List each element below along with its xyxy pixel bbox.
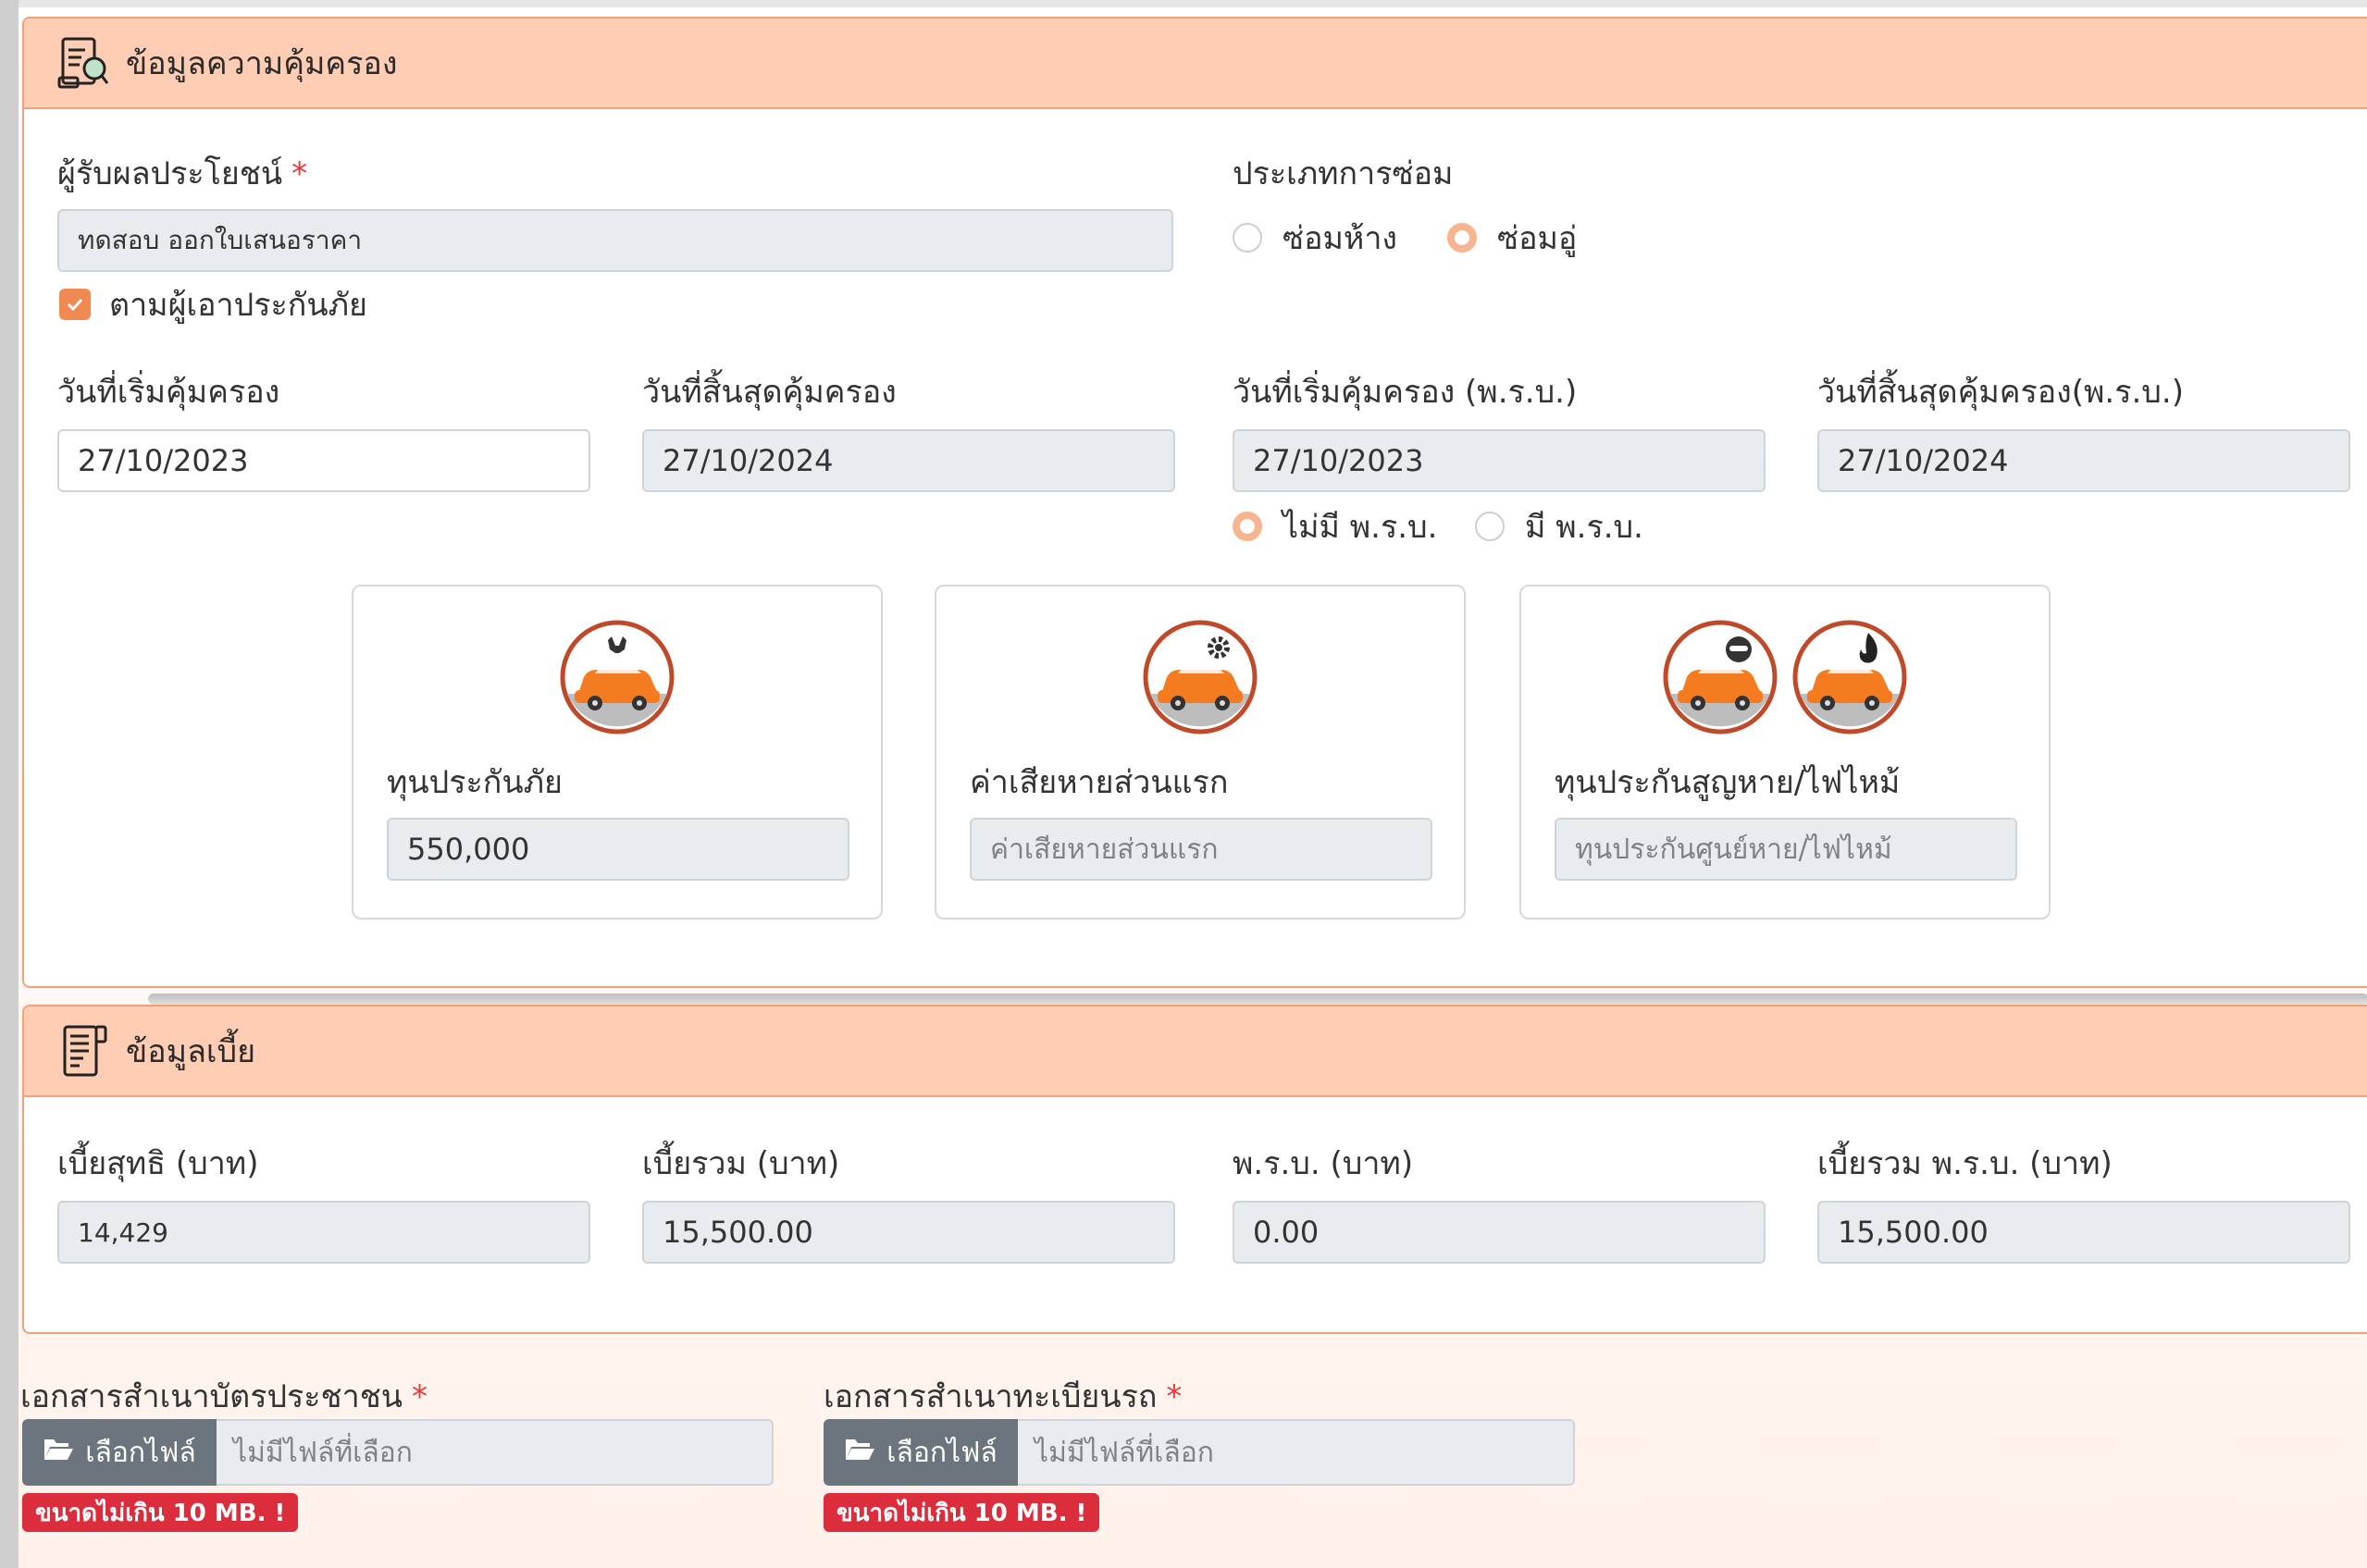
vehicle-reg-doc-label: เอกสารสำเนาทะเบียนรถ * <box>824 1371 1182 1421</box>
theft-fire-label: ทุนประกันสูญหาย/ไฟไหม้ <box>1555 764 1901 801</box>
start-date-label: วันที่เริ่มคุ้มครอง <box>57 374 280 411</box>
deductible-field[interactable]: ค่าเสียหายส่วนแรก <box>970 818 1432 881</box>
cmi-end-date-field[interactable]: 27/10/2024 <box>1817 429 2350 492</box>
page: ข้อมูลความคุ้มครอง ผู้รับผลประโยชน์ * ทดส… <box>19 0 2367 1568</box>
folder-open-icon <box>844 1436 875 1469</box>
sum-insured-label: ทุนประกันภัย <box>387 764 563 801</box>
coverage-header: ข้อมูลความคุ้มครอง <box>24 19 2367 109</box>
radio-no-cmi-label: ไม่มี พ.ร.บ. <box>1283 509 1438 546</box>
theft-fire-box: ทุนประกันสูญหาย/ไฟไหม้ ทุนประกันศูนย์หาย… <box>1519 585 2051 920</box>
id-card-file-input[interactable]: เลือกไฟล์ ไม่มีไฟล์ที่เลือก <box>22 1419 774 1486</box>
same-as-insured-label: ตามผู้เอาประกันภัย <box>109 287 367 324</box>
repair-type-label: ประเภทการซ่อม <box>1233 155 1454 192</box>
cmi-start-date-label: วันที่เริ่มคุ้มครอง (พ.ร.บ.) <box>1233 374 1578 411</box>
radio-dealer-repair-label: ซ่อมห้าง <box>1283 220 1398 257</box>
id-card-doc-label-text: เอกสารสำเนาบัตรประชาชน <box>20 1378 403 1415</box>
end-date-field[interactable]: 27/10/2024 <box>642 429 1175 492</box>
choose-file-label: เลือกไฟล์ <box>85 1436 196 1469</box>
choose-file-button[interactable]: เลือกไฟล์ <box>22 1419 217 1486</box>
radio-has-cmi-label: มี พ.ร.บ. <box>1525 509 1643 546</box>
radio-unselected-icon[interactable] <box>1233 223 1262 253</box>
checkbox-checked-icon[interactable] <box>59 289 91 320</box>
start-date-field[interactable]: 27/10/2023 <box>57 429 590 492</box>
radio-has-cmi[interactable]: มี พ.ร.บ. <box>1475 501 1643 551</box>
cmi-start-date-field[interactable]: 27/10/2023 <box>1233 429 1766 492</box>
net-premium-label: เบี้ยสุทธิ (บาท) <box>57 1145 259 1182</box>
radio-selected-icon[interactable] <box>1233 512 1262 541</box>
receipt-icon <box>57 1022 113 1080</box>
total-with-cmi-label: เบี้ยรวม พ.ร.บ. (บาท) <box>1817 1145 2113 1182</box>
end-date-label: วันที่สิ้นสุดคุ้มครอง <box>642 374 897 411</box>
coverage-title: ข้อมูลความคุ้มครอง <box>126 45 398 82</box>
sum-insured-field[interactable]: 550,000 <box>387 818 849 881</box>
radio-unselected-icon[interactable] <box>1475 512 1505 541</box>
choose-file-button[interactable]: เลือกไฟล์ <box>824 1419 1018 1486</box>
net-premium-field[interactable]: 14,429 <box>57 1201 590 1264</box>
same-as-insured-checkbox[interactable]: ตามผู้เอาประกันภัย <box>59 279 367 329</box>
required-mark: * <box>1166 1378 1183 1415</box>
coverage-card: ข้อมูลความคุ้มครอง ผู้รับผลประโยชน์ * ทดส… <box>22 17 2367 988</box>
radio-selected-icon[interactable] <box>1447 223 1477 253</box>
radio-dealer-repair[interactable]: ซ่อมห้าง <box>1233 213 1397 263</box>
folder-open-icon <box>43 1436 74 1469</box>
cmi-end-date-label: วันที่สิ้นสุดคุ้มครอง(พ.ร.บ.) <box>1817 374 2184 411</box>
choose-file-label: เลือกไฟล์ <box>886 1436 998 1469</box>
radio-garage-repair-label: ซ่อมอู่ <box>1497 220 1578 257</box>
car-gear-icon <box>1143 620 1258 738</box>
cmi-premium-label: พ.ร.บ. (บาท) <box>1233 1145 1414 1182</box>
theft-fire-field[interactable]: ทุนประกันศูนย์หาย/ไฟไหม้ <box>1555 818 2017 881</box>
size-limit-badge: ขนาดไม่เกิน 10 MB. ! <box>22 1493 299 1532</box>
id-card-doc-label: เอกสารสำเนาบัตรประชาชน * <box>20 1371 428 1421</box>
vehicle-reg-file-input[interactable]: เลือกไฟล์ ไม่มีไฟล์ที่เลือก <box>824 1419 1575 1486</box>
deductible-box: ค่าเสียหายส่วนแรก ค่าเสียหายส่วนแรก <box>935 585 1466 920</box>
premium-card: ข้อมูลเบี้ย เบี้ยสุทธิ (บาท) 14,429 เบี้… <box>22 1005 2367 1334</box>
vehicle-reg-doc-label-text: เอกสารสำเนาทะเบียนรถ <box>824 1378 1158 1415</box>
car-fire-icon <box>1792 620 1907 738</box>
total-premium-field[interactable]: 15,500.00 <box>642 1201 1175 1264</box>
no-file-text: ไม่มีไฟล์ที่เลือก <box>1018 1419 1575 1486</box>
total-with-cmi-field[interactable]: 15,500.00 <box>1817 1201 2350 1264</box>
top-divider <box>19 0 2367 7</box>
car-repair-icon <box>560 620 675 738</box>
radio-no-cmi[interactable]: ไม่มี พ.ร.บ. <box>1233 501 1437 551</box>
required-mark: * <box>291 155 308 192</box>
required-mark: * <box>412 1378 428 1415</box>
radio-garage-repair[interactable]: ซ่อมอู่ <box>1447 213 1577 263</box>
sum-insured-box: ทุนประกันภัย 550,000 <box>352 585 883 920</box>
beneficiary-field[interactable]: ทดสอบ ออกใบเสนอราคา <box>57 209 1173 272</box>
car-theft-icon <box>1663 620 1778 738</box>
premium-title: ข้อมูลเบี้ย <box>126 1033 256 1070</box>
size-limit-badge: ขนาดไม่เกิน 10 MB. ! <box>824 1493 1100 1532</box>
premium-header: ข้อมูลเบี้ย <box>24 1006 2367 1097</box>
no-file-text: ไม่มีไฟล์ที่เลือก <box>217 1419 774 1486</box>
horizontal-scrollbar[interactable] <box>148 994 2367 1005</box>
beneficiary-label: ผู้รับผลประโยชน์ * <box>57 148 307 198</box>
total-premium-label: เบี้ยรวม (บาท) <box>642 1145 840 1182</box>
cmi-premium-field[interactable]: 0.00 <box>1233 1201 1766 1264</box>
beneficiary-label-text: ผู้รับผลประโยชน์ <box>57 155 283 192</box>
deductible-label: ค่าเสียหายส่วนแรก <box>970 764 1229 801</box>
document-search-icon <box>57 34 113 92</box>
